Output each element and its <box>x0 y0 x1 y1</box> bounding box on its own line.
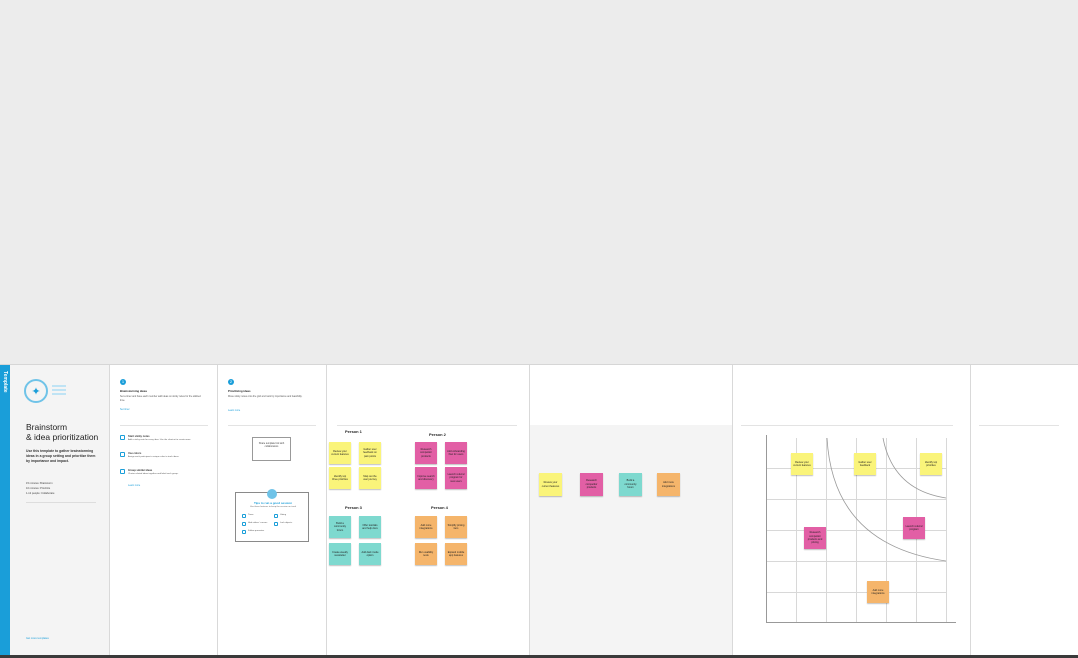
accent-label: Template <box>2 371 8 393</box>
tips-item: Lock objects <box>280 522 293 524</box>
sticky-note[interactable]: Build a community forum <box>329 516 351 538</box>
step-heading: Brainstorming ideas <box>120 389 148 393</box>
logo-lines <box>52 385 66 397</box>
sticky-note[interactable]: Run usability tests <box>415 543 437 565</box>
step-2-frame: 2 Prioritizing ideas Move sticky notes o… <box>218 365 327 656</box>
prioritization-frame: Review your current features Gather user… <box>733 365 971 656</box>
tips-item: Hide others' cursors <box>248 522 268 524</box>
sticky-note[interactable]: Review your current features <box>329 442 351 464</box>
person-label: Person 4 <box>431 505 448 510</box>
tips-title: Tips to run a good session <box>253 501 293 505</box>
item-title: Use colors <box>128 452 142 455</box>
grouping-frame: Review your current features Research co… <box>530 365 733 656</box>
group-icon <box>120 469 125 474</box>
sticky-note[interactable]: Review your current features <box>539 473 562 496</box>
frame-header <box>530 365 732 425</box>
step-heading: Prioritizing ideas <box>228 389 251 393</box>
sticky-note[interactable]: Gather user feedback on pain points <box>359 442 381 464</box>
sticky-note[interactable]: Gather user feedback <box>854 453 876 475</box>
partial-frame <box>971 365 1078 656</box>
divider <box>979 425 1059 426</box>
sticky-note[interactable]: Expand mobile app features <box>445 543 467 565</box>
accent-bar: Template <box>0 365 10 656</box>
more-templates-link[interactable]: Get more templates <box>26 637 49 640</box>
tips-item: Follow presenter <box>248 530 265 532</box>
sticky-note[interactable]: Research competitor products and pricing <box>804 527 826 549</box>
title-line-2: & idea prioritization <box>26 432 99 442</box>
voting-icon <box>274 514 278 518</box>
divider <box>337 425 517 426</box>
learn-more-link[interactable]: Learn more <box>228 409 240 412</box>
presenter-icon <box>242 530 246 534</box>
item-text: Assign each participant a unique color t… <box>128 456 180 458</box>
title-line-1: Brainstorm <box>26 422 68 432</box>
sticky-note[interactable]: Identify top three priorities <box>329 467 351 489</box>
lock-icon <box>274 522 278 526</box>
sticky-note[interactable]: Add dark mode option <box>359 543 381 565</box>
template-description: Use this template to gather brainstormin… <box>26 449 96 463</box>
sticky-note-icon <box>120 435 125 440</box>
sticky-note[interactable]: Research competitor products <box>415 442 437 464</box>
tips-icon <box>267 489 277 499</box>
template-bullets: 15 minutes: Brainstorm 10 minutes: Prior… <box>26 481 102 496</box>
tips-subtitle: Use these features to keep the session o… <box>249 506 297 508</box>
person-label: Person 2 <box>429 432 446 437</box>
item-title: Group similar ideas <box>128 469 153 472</box>
sticky-note[interactable]: Identify top priorities <box>920 453 942 475</box>
person-label: Person 1 <box>345 429 362 434</box>
sticky-note[interactable]: Research competitor products <box>580 473 603 496</box>
bullet-item: 1-12 people: Collaborate <box>26 492 55 495</box>
tips-item: Timer <box>248 514 254 516</box>
learn-more-link[interactable]: Learn more <box>128 484 140 487</box>
step-body: Move sticky notes onto the grid and rank… <box>228 395 303 398</box>
sticky-note[interactable]: Simplify pricing tiers <box>445 516 467 538</box>
step-1-frame: 1 Brainstorming ideas Set a timer and ha… <box>110 365 218 656</box>
sticky-note[interactable]: Map out the user journey <box>359 467 381 489</box>
sticky-note[interactable]: Build a community forum <box>619 473 642 496</box>
divider <box>26 502 96 503</box>
step-number: 2 <box>228 379 234 385</box>
color-icon <box>120 452 125 457</box>
sticky-note[interactable]: Add more integrations <box>657 473 680 496</box>
priority-curves <box>826 437 947 562</box>
timer-icon <box>242 514 246 518</box>
divider <box>228 425 316 426</box>
step-number: 1 <box>120 379 126 385</box>
sticky-note[interactable]: Offer tutorials and help docs <box>359 516 381 538</box>
tips-panel: Tips to run a good session Use these fea… <box>235 489 309 542</box>
sticky-note[interactable]: Improve search and discovery <box>415 467 437 489</box>
sticky-note[interactable]: Add more integrations <box>415 516 437 538</box>
sticky-note[interactable]: Add more integrations <box>867 581 889 603</box>
brainstorm-frame: Person 1 Person 2 Person 3 Person 4 Revi… <box>327 365 530 656</box>
set-timer-link[interactable]: Set timer <box>120 408 130 411</box>
cover-frame: Template ✦ Brainstorm & idea prioritizat… <box>0 365 110 656</box>
person-label: Person 3 <box>345 505 362 510</box>
sticky-note[interactable]: Review your current features <box>791 453 813 475</box>
share-link-box: Share template link with collaborators <box>252 437 291 461</box>
item-title: Start sticky notes <box>128 435 150 438</box>
lightbulb-icon: ✦ <box>24 379 48 403</box>
tips-item: Voting <box>280 514 287 516</box>
template-title: Brainstorm & idea prioritization <box>26 422 108 442</box>
sticky-note[interactable]: Launch referral program for new users <box>445 467 467 489</box>
cursor-icon <box>242 522 246 526</box>
item-text: Cluster related ideas together and label… <box>128 473 179 475</box>
divider <box>120 425 208 426</box>
whiteboard-canvas[interactable]: Template ✦ Brainstorm & idea prioritizat… <box>0 364 1078 656</box>
sticky-note[interactable]: Launch referral program <box>903 517 925 539</box>
item-text: Add a sticky note for every idea. Use th… <box>128 439 191 441</box>
step-body: Set a timer and have each member add ide… <box>120 395 201 402</box>
sticky-note[interactable]: Add onboarding flow for users <box>445 442 467 464</box>
sticky-note[interactable]: Create weekly newsletter <box>329 543 351 565</box>
